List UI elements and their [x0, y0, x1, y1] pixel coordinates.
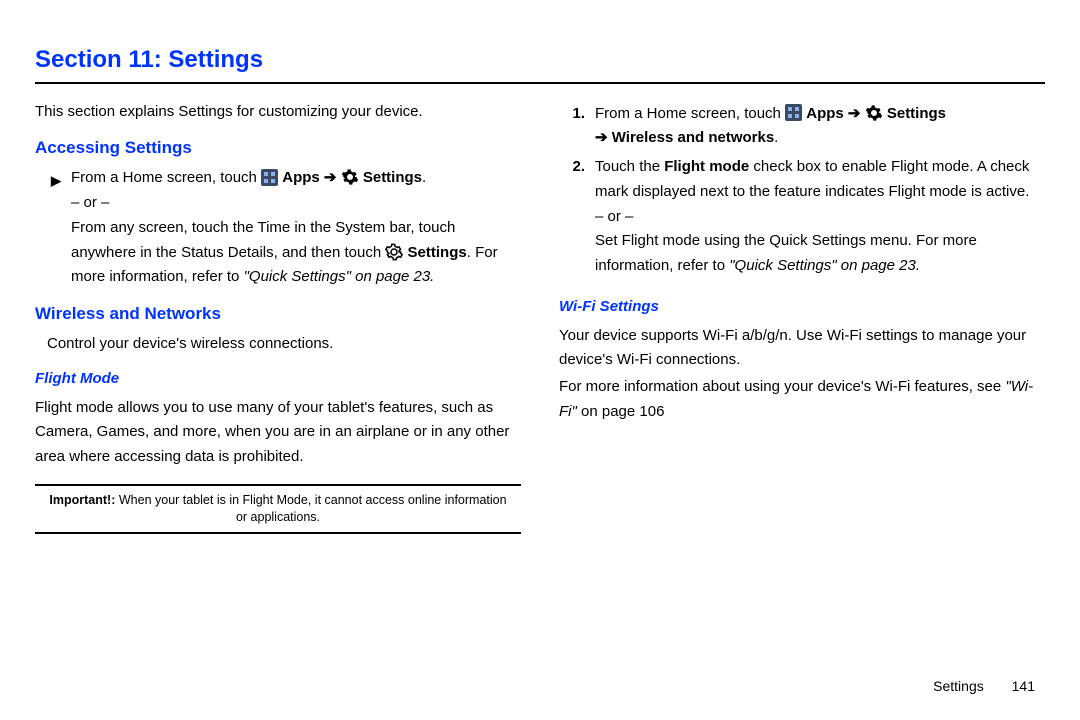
or-text: – or –: [71, 191, 521, 216]
step-1: 1. From a Home screen, touch Apps ➔ Sett…: [559, 102, 1045, 152]
left-column: This section explains Settings for custo…: [35, 98, 521, 534]
quick-settings-ref: "Quick Settings": [244, 268, 351, 285]
period-2: .: [774, 129, 778, 146]
arrow-icon: ➔: [324, 169, 337, 186]
apps-icon: [261, 169, 278, 186]
accessing-step-body: From a Home screen, touch Apps ➔ Setting…: [71, 166, 521, 290]
important-callout: Important!: When your tablet is in Fligh…: [35, 484, 521, 534]
step-1-marker: 1.: [559, 102, 585, 152]
play-marker-icon: ▶: [35, 166, 61, 290]
apps-icon: [785, 104, 802, 121]
settings-label: Settings: [363, 169, 422, 186]
wifi-text-2a: For more information about using your de…: [559, 378, 1005, 395]
important-label: Important!:: [49, 493, 115, 507]
settings-label-2: Settings: [408, 244, 467, 261]
accessing-lead: From a Home screen, touch: [71, 169, 261, 186]
intro-text: This section explains Settings for custo…: [35, 100, 521, 125]
wifi-text-2: For more information about using your de…: [559, 375, 1045, 425]
wireless-networks-label: Wireless and networks: [612, 129, 774, 146]
step-2: 2. Touch the Flight mode check box to en…: [559, 155, 1045, 279]
period: .: [422, 169, 426, 186]
title-rule: [35, 82, 1045, 84]
quick-settings-ref-2: "Quick Settings": [729, 257, 836, 274]
on-page-23: on page 23.: [351, 268, 434, 285]
step-1-body: From a Home screen, touch Apps ➔ Setting…: [595, 102, 1045, 152]
heading-wireless-networks: Wireless and Networks: [35, 300, 521, 328]
footer-label: Settings: [933, 678, 984, 694]
apps-label-2: Apps: [806, 105, 848, 122]
apps-label: Apps: [282, 169, 324, 186]
page-footer: Settings 141: [933, 675, 1035, 698]
arrow-icon: ➔: [848, 105, 861, 122]
settings-label-3: Settings: [887, 105, 946, 122]
heading-flight-mode: Flight Mode: [35, 367, 521, 392]
heading-wifi-settings: Wi-Fi Settings: [559, 295, 1045, 320]
section-title: Section 11: Settings: [35, 40, 1045, 80]
wifi-text-1: Your device supports Wi-Fi a/b/g/n. Use …: [559, 324, 1045, 374]
important-text: When your tablet is in Flight Mode, it c…: [115, 493, 506, 524]
step-2-body: Touch the Flight mode check box to enabl…: [595, 155, 1045, 279]
step-2-marker: 2.: [559, 155, 585, 279]
step2-a: Touch the: [595, 158, 664, 175]
accessing-step: ▶ From a Home screen, touch Apps ➔ Setti…: [35, 166, 521, 290]
wifi-text-2b: on page 106: [581, 403, 664, 420]
gear-icon: [865, 104, 883, 122]
two-column-layout: This section explains Settings for custo…: [35, 98, 1045, 534]
step1-lead: From a Home screen, touch: [595, 105, 785, 122]
gear-icon: [385, 243, 403, 261]
flight-mode-label: Flight mode: [664, 158, 749, 175]
or-text-2: – or –: [595, 205, 1045, 230]
flight-mode-text: Flight mode allows you to use many of yo…: [35, 396, 521, 470]
on-page-23-2: on page 23.: [837, 257, 920, 274]
right-column: 1. From a Home screen, touch Apps ➔ Sett…: [559, 98, 1045, 534]
gear-icon: [341, 168, 359, 186]
heading-accessing-settings: Accessing Settings: [35, 134, 521, 162]
arrow-lead: ➔: [595, 129, 612, 146]
footer-page-number: 141: [1012, 678, 1035, 694]
wireless-intro: Control your device's wireless connectio…: [47, 332, 521, 357]
